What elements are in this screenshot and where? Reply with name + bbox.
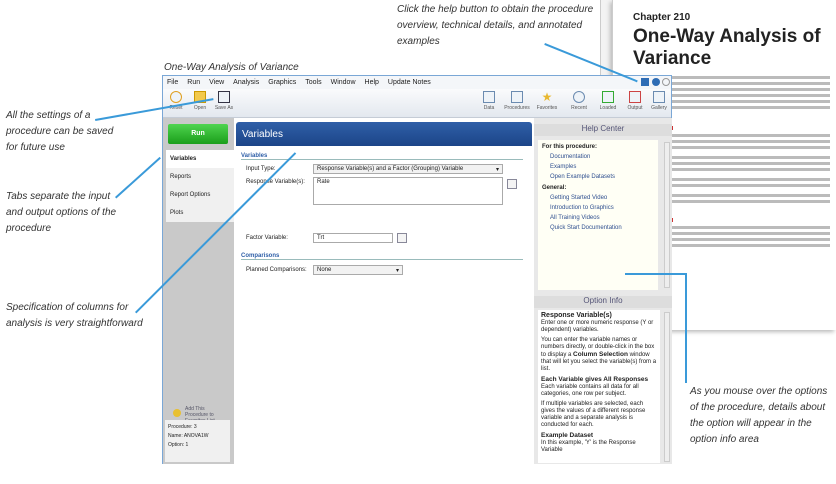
callout-line <box>115 156 161 199</box>
menu-view[interactable]: View <box>209 79 224 86</box>
clock-icon <box>573 91 585 103</box>
output-icon <box>629 91 641 103</box>
run-button[interactable]: Run <box>168 124 228 144</box>
help-scrollbar[interactable] <box>664 142 670 288</box>
save-icon <box>218 91 230 103</box>
menu-window[interactable]: Window <box>331 79 356 86</box>
factor-variable-label: Factor Variable: <box>246 235 288 241</box>
procedures-button[interactable]: Procedures <box>504 91 530 111</box>
option-info-scrollbar[interactable] <box>664 312 670 462</box>
link-documentation[interactable]: Documentation <box>550 154 654 160</box>
column-picker-icon[interactable] <box>397 233 407 243</box>
close-icon[interactable] <box>662 78 670 86</box>
procedure-sidebar: Run Variables Reports Report Options Plo… <box>163 118 234 464</box>
annotation-save: All the settings of a procedure can be s… <box>6 110 114 153</box>
output-button[interactable]: Output <box>622 91 648 111</box>
link-quick-start-doc[interactable]: Quick Start Documentation <box>550 225 654 231</box>
callout-line <box>685 273 687 383</box>
recent-button[interactable]: Recent <box>566 91 592 111</box>
loaded-button[interactable]: Loaded <box>595 91 621 111</box>
link-examples[interactable]: Examples <box>550 164 654 170</box>
tab-report-options[interactable]: Report Options <box>166 186 234 204</box>
reset-icon <box>170 91 182 103</box>
help-center-panel: Help Center For this procedure: Document… <box>534 118 672 464</box>
favorites-button[interactable]: ★ Favorites <box>534 91 560 111</box>
example-dataset-heading: Example Dataset <box>541 432 594 439</box>
save-as-button[interactable]: Save As <box>211 91 237 111</box>
menu-update-notes[interactable]: Update Notes <box>388 79 431 86</box>
menu-file[interactable]: File <box>167 79 178 86</box>
input-type-label: Input Type: <box>246 166 276 172</box>
star-icon: ★ <box>541 90 553 104</box>
data-icon <box>483 91 495 103</box>
annotation-help: Click the help button to obtain the proc… <box>397 4 594 47</box>
app-window: File Run View Analysis Graphics Tools Window He… <box>162 75 672 464</box>
favorites-add-icon <box>173 409 181 417</box>
data-button[interactable]: Data <box>476 91 502 111</box>
menu-run[interactable]: Run <box>187 79 200 86</box>
gallery-button[interactable]: Gallery <box>646 91 672 111</box>
tab-variables[interactable]: Variables <box>166 150 234 168</box>
procedure-status: Procedure: 3 Name: ANOVA1W Option: 1 <box>165 420 230 462</box>
annotation-option-info: As you mouse over the options of the pro… <box>690 386 828 445</box>
callout-line <box>625 273 687 275</box>
tab-plots[interactable]: Plots <box>166 204 234 222</box>
menu-analysis[interactable]: Analysis <box>233 79 259 86</box>
option-info-body: Response Variable(s) Enter one or more nu… <box>538 310 660 463</box>
loaded-icon <box>602 91 614 103</box>
help-book-icon[interactable] <box>641 78 649 86</box>
help-button-icon[interactable] <box>652 78 660 86</box>
procedures-icon <box>511 91 523 103</box>
panel-header: Variables <box>236 122 532 146</box>
gallery-icon <box>653 91 665 103</box>
option-info-title: Option Info <box>534 296 672 308</box>
menu-help[interactable]: Help <box>365 79 379 86</box>
link-all-training-videos[interactable]: All Training Videos <box>550 215 654 221</box>
doc-title: One-Way Analysis of Variance <box>633 26 821 69</box>
window-title: One-Way Analysis of Variance <box>164 62 299 73</box>
menu-tools[interactable]: Tools <box>305 79 321 86</box>
section-variables: Variables <box>241 153 523 160</box>
menu-graphics[interactable]: Graphics <box>268 79 296 86</box>
tab-reports[interactable]: Reports <box>166 168 234 186</box>
planned-comparisons-select[interactable]: None ▾ <box>313 265 403 275</box>
doc-chapter: Chapter 210 <box>633 12 691 23</box>
response-variables-input[interactable]: Rate <box>313 177 503 205</box>
link-getting-started-video[interactable]: Getting Started Video <box>550 195 654 201</box>
annotation-columns: Specification of columns for analysis is… <box>6 302 143 329</box>
annotation-tabs: Tabs separate the input and output optio… <box>6 191 117 234</box>
planned-comparisons-label: Planned Comparisons: <box>246 267 307 273</box>
link-intro-graphics[interactable]: Introduction to Graphics <box>550 205 654 211</box>
example-dataset-text: In this example, 'Y' is the Response Var… <box>541 440 636 453</box>
response-variables-label: Response Variable(s): <box>246 179 305 185</box>
column-picker-icon[interactable] <box>507 179 517 189</box>
menu-bar: File Run View Analysis Graphics Tools Window He… <box>163 76 671 89</box>
help-center-body: For this procedure: Documentation Exampl… <box>538 140 658 290</box>
link-open-example-datasets[interactable]: Open Example Datasets <box>550 174 654 180</box>
help-center-title: Help Center <box>534 124 672 136</box>
section-comparisons: Comparisons <box>241 253 523 260</box>
factor-variable-input[interactable]: Trt <box>313 233 393 243</box>
input-type-select[interactable]: Response Variable(s) and a Factor (Group… <box>313 164 503 174</box>
toolbar: Reset Open Save As Data Procedures ★ Favo… <box>163 89 671 118</box>
